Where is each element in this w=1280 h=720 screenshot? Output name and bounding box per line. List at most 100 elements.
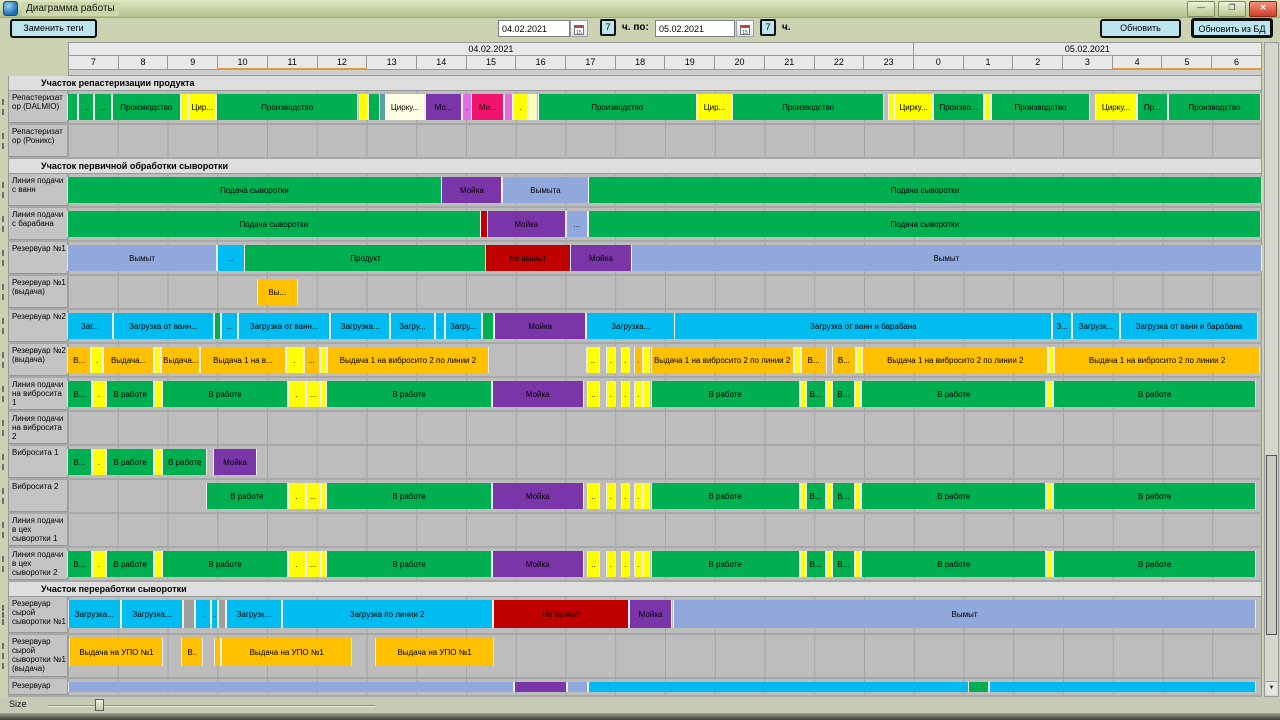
date-to-calendar-button[interactable]: 15 [736, 20, 754, 37]
gantt-bar[interactable]: Подача сыворотки [68, 177, 441, 203]
gantt-bar[interactable] [795, 347, 800, 373]
gantt-bar[interactable] [827, 483, 831, 509]
gantt-bar[interactable]: В работе [107, 551, 154, 577]
gantt-bar[interactable]: Мойка [630, 600, 672, 628]
gantt-bar[interactable] [801, 483, 805, 509]
gantt-bar[interactable]: . [289, 483, 305, 509]
close-button[interactable]: ✕ [1249, 1, 1277, 17]
gantt-bar[interactable]: В работе [652, 483, 799, 509]
gantt-bar[interactable] [644, 347, 649, 373]
gantt-bar[interactable]: . [289, 551, 305, 577]
date-from-calendar-button[interactable]: 15 [570, 20, 588, 37]
gantt-bar[interactable]: Загрузк... [227, 600, 281, 628]
gantt-bar[interactable]: Производство [217, 94, 357, 120]
gantt-bar[interactable] [215, 313, 220, 339]
gantt-bar[interactable] [1047, 381, 1052, 407]
gantt-track[interactable]: В работе....В работеМойка.....В работеВ.… [68, 480, 1262, 512]
gantt-bar[interactable]: В работе [327, 483, 490, 509]
gantt-bar[interactable]: Пр... [1138, 94, 1166, 120]
gantt-bar[interactable] [505, 94, 511, 120]
gantt-bar[interactable]: В... [807, 551, 825, 577]
gantt-bar[interactable]: Цирку... [1096, 94, 1136, 120]
gantt-bar[interactable]: В... [833, 347, 856, 373]
gantt-bar[interactable]: ... [567, 211, 587, 237]
minimize-button[interactable]: — [1187, 1, 1215, 17]
gantt-bar[interactable] [889, 94, 893, 120]
gantt-bar[interactable] [483, 313, 494, 339]
gantt-bar[interactable]: Загру... [446, 313, 481, 339]
gantt-bar[interactable] [181, 94, 188, 120]
gantt-bar[interactable]: В работе [862, 483, 1045, 509]
gantt-bar[interactable]: ... [79, 94, 93, 120]
gantt-bar[interactable]: Выдача 1 на вибросито 2 по линии 2 [863, 347, 1047, 373]
gantt-bar[interactable]: . [212, 600, 217, 628]
gantt-bar[interactable]: В работе [862, 551, 1045, 577]
gantt-bar[interactable]: Мойка [493, 551, 583, 577]
gantt-bar[interactable]: Загрузка по линии 2 [283, 600, 492, 628]
gantt-track[interactable] [68, 679, 1262, 695]
gantt-bar[interactable]: В работе [163, 449, 206, 475]
gantt-bar[interactable]: Производство [1169, 94, 1261, 120]
gantt-bar[interactable]: ... [307, 381, 320, 407]
gantt-bar[interactable]: Цир... [190, 94, 215, 120]
gantt-bar[interactable]: .. [222, 313, 237, 339]
gantt-bar[interactable]: Произво... [934, 94, 983, 120]
gantt-bar[interactable] [380, 94, 384, 120]
gantt-bar[interactable]: Вымыт [632, 245, 1260, 271]
gantt-bar[interactable]: . [463, 94, 470, 120]
gantt-bar[interactable]: В.. [182, 638, 202, 666]
gantt-bar[interactable]: Мо... [426, 94, 460, 120]
gantt-bar[interactable]: В работе [163, 381, 286, 407]
gantt-bar[interactable]: Вымыт [674, 600, 1254, 628]
gantt-bar[interactable]: . [289, 381, 305, 407]
gantt-bar[interactable]: Мойка [442, 177, 501, 203]
gantt-bar[interactable]: В... [68, 551, 91, 577]
gantt-bar[interactable] [219, 600, 225, 628]
gantt-bar[interactable]: Вы... [258, 279, 297, 305]
gantt-bar[interactable]: . [622, 551, 629, 577]
date-to-input[interactable] [655, 20, 735, 37]
gantt-bar[interactable] [155, 551, 161, 577]
gantt-bar[interactable]: Выдача на УПО №1 [222, 638, 351, 666]
gantt-bar[interactable]: В работе [163, 551, 286, 577]
gantt-bar[interactable]: . [436, 313, 444, 339]
gantt-bar[interactable] [1047, 483, 1052, 509]
gantt-bar[interactable]: . [607, 347, 615, 373]
gantt-bar[interactable]: Выдача... [104, 347, 154, 373]
gantt-bar[interactable]: Цирку... [895, 94, 932, 120]
gantt-bar[interactable] [969, 682, 988, 692]
gantt-bar[interactable]: Продукт [245, 245, 485, 271]
gantt-bar[interactable]: В работе [1054, 551, 1255, 577]
gantt-bar[interactable]: Загрузка... [122, 600, 183, 628]
gantt-bar[interactable]: . [622, 483, 629, 509]
gantt-bar[interactable]: Выдача 1 на вибросито 2 по линии 2 [328, 347, 487, 373]
gantt-bar[interactable] [568, 682, 587, 692]
gantt-bar[interactable]: Производство [733, 94, 883, 120]
gantt-bar[interactable] [481, 211, 486, 237]
gantt-bar[interactable] [856, 381, 860, 407]
gantt-track[interactable] [68, 125, 1262, 157]
gantt-bar[interactable]: Мойка [495, 313, 584, 339]
gantt-bar[interactable]: Производство [992, 94, 1089, 120]
gantt-bar[interactable] [515, 682, 566, 692]
gantt-bar[interactable] [322, 381, 326, 407]
gantt-bar[interactable]: Вымыт [68, 245, 216, 271]
gantt-bar[interactable]: Цирку... [386, 94, 425, 120]
gantt-track[interactable] [68, 412, 1262, 444]
gantt-bar[interactable]: Выдача 1 на вибросито 2 по линии 2 [652, 347, 793, 373]
gantt-bar[interactable]: . [287, 347, 303, 373]
hours-from-input[interactable]: 7 [600, 19, 616, 36]
gantt-track[interactable] [68, 514, 1262, 546]
gantt-bar[interactable] [69, 682, 513, 692]
date-from-input[interactable] [498, 20, 570, 37]
gantt-bar[interactable] [801, 551, 805, 577]
gantt-bar[interactable] [155, 449, 161, 475]
hours-to-input[interactable]: 7 [760, 19, 776, 36]
gantt-bar[interactable]: . [607, 551, 615, 577]
gantt-bar[interactable] [589, 682, 968, 692]
refresh-button[interactable]: Обновить [1100, 19, 1181, 38]
gantt-track[interactable]: Вы... [68, 276, 1262, 308]
gantt-bar[interactable]: В работе [1054, 483, 1255, 509]
gantt-track[interactable]: В....В работеВ работеМойка [68, 446, 1262, 478]
gantt-bar[interactable]: В... [68, 381, 91, 407]
